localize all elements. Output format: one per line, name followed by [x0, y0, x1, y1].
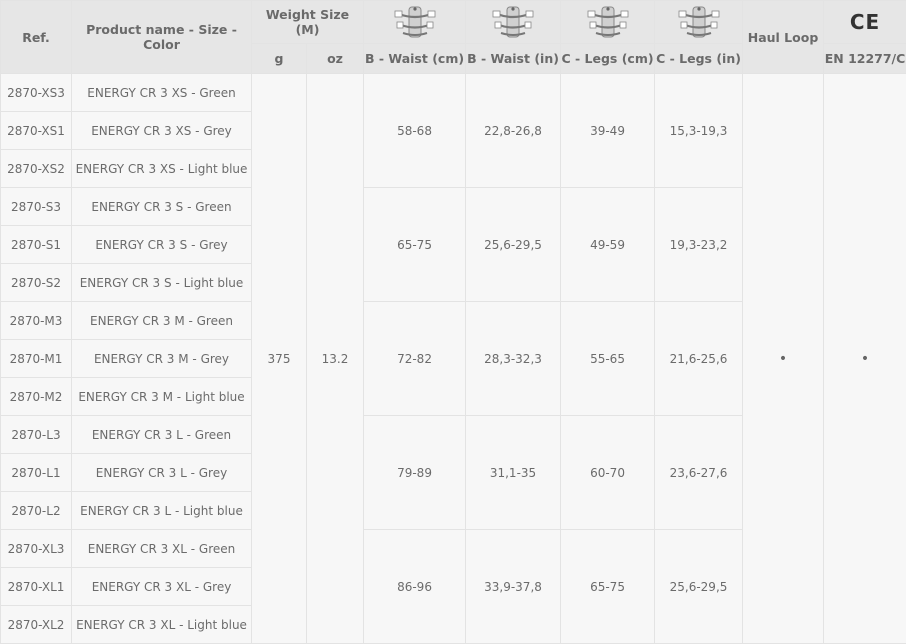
waist-cm-diagram: [364, 1, 466, 44]
waist-in-cell: 25,6-29,5: [466, 188, 561, 302]
waist-in-cell: 33,9-37,8: [466, 530, 561, 644]
harness-diagram-icon: [491, 5, 535, 39]
waist-in-diagram: [466, 1, 561, 44]
legs-cm-header: C - Legs (cm): [561, 44, 655, 74]
legs-in-cell: 19,3-23,2: [655, 188, 743, 302]
ref-cell: 2870-XL1: [1, 568, 72, 606]
product-name-cell: ENERGY CR 3 XS - Light blue: [72, 150, 252, 188]
legs-cm-cell: 49-59: [561, 188, 655, 302]
legs-in-header: C - Legs (in): [655, 44, 743, 74]
ref-cell: 2870-L3: [1, 416, 72, 454]
legs-cm-cell: 65-75: [561, 530, 655, 644]
waist-in-cell: 31,1-35: [466, 416, 561, 530]
product-name-cell: ENERGY CR 3 M - Light blue: [72, 378, 252, 416]
product-name-cell: ENERGY CR 3 L - Green: [72, 416, 252, 454]
waist-in-header: B - Waist (in): [466, 44, 561, 74]
harness-diagram-icon: [393, 5, 437, 39]
product-name-cell: ENERGY CR 3 M - Grey: [72, 340, 252, 378]
ref-cell: 2870-S3: [1, 188, 72, 226]
ref-cell: 2870-M1: [1, 340, 72, 378]
product-name-cell: ENERGY CR 3 XS - Grey: [72, 112, 252, 150]
legs-in-cell: 23,6-27,6: [655, 416, 743, 530]
legs-cm-diagram: [561, 1, 655, 44]
ref-cell: 2870-XS3: [1, 74, 72, 112]
legs-in-cell: 21,6-25,6: [655, 302, 743, 416]
harness-diagram-icon: [677, 5, 721, 39]
waist-cm-cell: 86-96: [364, 530, 466, 644]
ce-mark-cell: CE: [824, 1, 906, 44]
product-name-cell: ENERGY CR 3 S - Grey: [72, 226, 252, 264]
waist-cm-cell: 65-75: [364, 188, 466, 302]
ref-cell: 2870-XL3: [1, 530, 72, 568]
waist-cm-cell: 79-89: [364, 416, 466, 530]
product-name-cell: ENERGY CR 3 XS - Green: [72, 74, 252, 112]
ref-cell: 2870-S1: [1, 226, 72, 264]
product-name-cell: ENERGY CR 3 M - Green: [72, 302, 252, 340]
standard-cell: •: [824, 74, 906, 644]
waist-cm-header: B - Waist (cm): [364, 44, 466, 74]
ref-cell: 2870-XL2: [1, 606, 72, 644]
legs-in-cell: 25,6-29,5: [655, 530, 743, 644]
legs-cm-cell: 60-70: [561, 416, 655, 530]
weight-oz-cell: 13.2: [307, 74, 364, 644]
ref-cell: 2870-L1: [1, 454, 72, 492]
waist-cm-cell: 58-68: [364, 74, 466, 188]
legs-in-diagram: [655, 1, 743, 44]
table-row: 2870-XS3ENERGY CR 3 XS - Green37513.258-…: [1, 74, 906, 112]
product-name-cell: ENERGY CR 3 L - Light blue: [72, 492, 252, 530]
ref-cell: 2870-M3: [1, 302, 72, 340]
legs-cm-cell: 39-49: [561, 74, 655, 188]
spec-table: Ref. Product name - Size - Color Weight …: [0, 0, 906, 644]
waist-cm-cell: 72-82: [364, 302, 466, 416]
legs-cm-cell: 55-65: [561, 302, 655, 416]
product-name-cell: ENERGY CR 3 S - Green: [72, 188, 252, 226]
ref-cell: 2870-XS2: [1, 150, 72, 188]
ce-mark-icon: CE: [850, 10, 880, 34]
legs-in-cell: 15,3-19,3: [655, 74, 743, 188]
ref-cell: 2870-XS1: [1, 112, 72, 150]
waist-in-cell: 28,3-32,3: [466, 302, 561, 416]
ref-header: Ref.: [1, 1, 72, 74]
ref-cell: 2870-L2: [1, 492, 72, 530]
product-name-cell: ENERGY CR 3 XL - Green: [72, 530, 252, 568]
waist-in-cell: 22,8-26,8: [466, 74, 561, 188]
ref-cell: 2870-M2: [1, 378, 72, 416]
standard-header: EN 12277/C: [824, 44, 906, 74]
product-name-cell: ENERGY CR 3 XL - Grey: [72, 568, 252, 606]
haul-loop-header: Haul Loop: [743, 1, 824, 74]
harness-diagram-icon: [586, 5, 630, 39]
weight-header: Weight Size (M): [252, 1, 364, 44]
g-header: g: [252, 44, 307, 74]
product-header: Product name - Size - Color: [72, 1, 252, 74]
oz-header: oz: [307, 44, 364, 74]
ref-cell: 2870-S2: [1, 264, 72, 302]
product-name-cell: ENERGY CR 3 XL - Light blue: [72, 606, 252, 644]
weight-g-cell: 375: [252, 74, 307, 644]
product-name-cell: ENERGY CR 3 S - Light blue: [72, 264, 252, 302]
haul-loop-cell: •: [743, 74, 824, 644]
table-body: 2870-XS3ENERGY CR 3 XS - Green37513.258-…: [1, 74, 906, 644]
product-name-cell: ENERGY CR 3 L - Grey: [72, 454, 252, 492]
